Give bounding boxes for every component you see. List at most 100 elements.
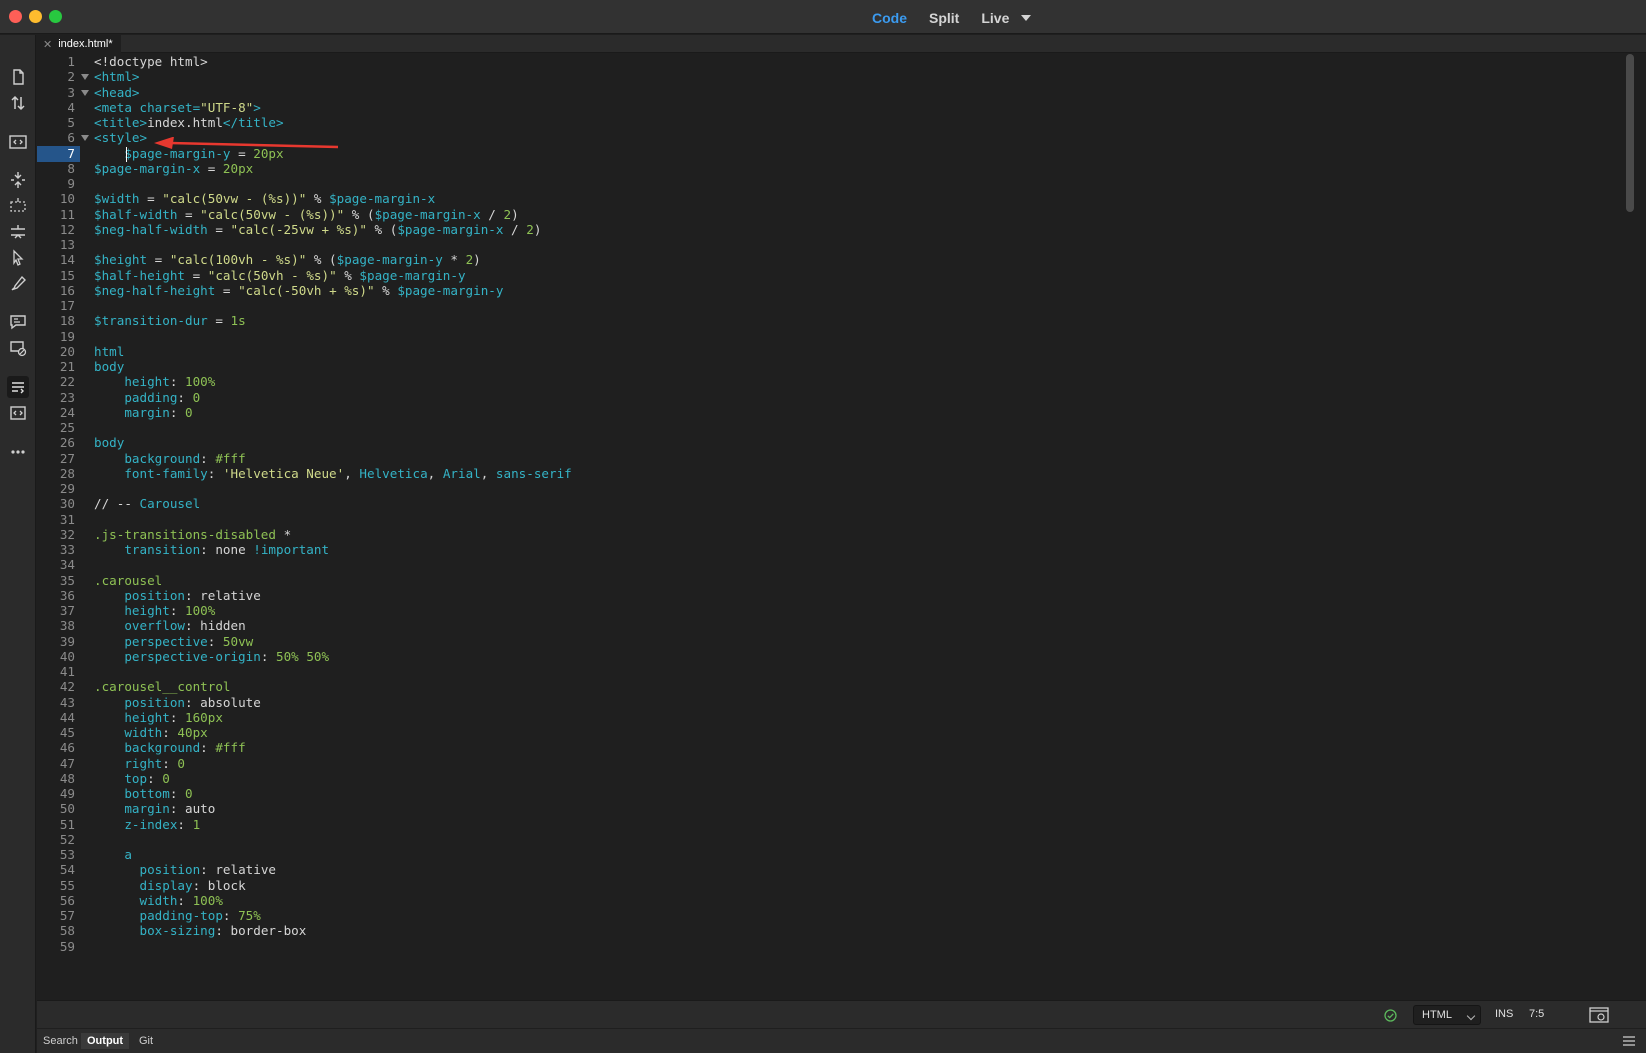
- code-token: padding-top: [94, 908, 223, 923]
- file-transfer-icon[interactable]: [7, 92, 29, 114]
- code-text: $neg-half-width = "calc(-25vw + %s)" % (…: [94, 222, 541, 238]
- split-view-button[interactable]: Split: [929, 10, 959, 26]
- code-line[interactable]: 10 $width = "calc(50vw - (%s))" % $page-m…: [37, 191, 1623, 207]
- window-maximize-button[interactable]: [49, 10, 62, 23]
- pointer-icon[interactable]: [7, 247, 29, 269]
- code-line[interactable]: 17: [37, 298, 1623, 314]
- code-line[interactable]: 57 padding-top: 75%: [37, 908, 1623, 924]
- code-line[interactable]: 58 box-sizing: border-box: [37, 923, 1623, 939]
- code-line[interactable]: 44 height: 160px: [37, 710, 1623, 726]
- code-line[interactable]: 55 display: block: [37, 878, 1623, 894]
- vertical-scrollbar[interactable]: [1623, 54, 1637, 996]
- fold-toggle-icon[interactable]: [81, 74, 89, 81]
- code-line[interactable]: 18 $transition-dur = 1s: [37, 313, 1623, 329]
- code-line[interactable]: 16 $neg-half-height = "calc(-50vh + %s)" …: [37, 283, 1623, 299]
- code-line[interactable]: 31: [37, 512, 1623, 528]
- bottom-panel-tabs: Search Output Git: [37, 1029, 1646, 1053]
- code-line[interactable]: 9: [37, 176, 1623, 192]
- live-view-button[interactable]: Live: [981, 10, 1032, 26]
- code-editor[interactable]: 1 <!doctype html> 2 <html> 3 <head> 4 <meta cha…: [37, 54, 1623, 996]
- tab-search[interactable]: Search: [37, 1033, 84, 1049]
- code-token: <title>: [94, 115, 148, 130]
- code-line[interactable]: 34: [37, 557, 1623, 573]
- code-line[interactable]: 51 z-index: 1: [37, 817, 1623, 833]
- tab-output[interactable]: Output: [81, 1033, 130, 1049]
- scrollbar-thumb[interactable]: [1626, 54, 1634, 212]
- code-line[interactable]: 24 margin: 0: [37, 405, 1623, 421]
- code-line[interactable]: 32 .js-transitions-disabled *: [37, 527, 1623, 543]
- code-line[interactable]: 42 .carousel__control: [37, 679, 1623, 695]
- code-line[interactable]: 2 <html>: [37, 69, 1623, 85]
- code-line[interactable]: 28 font-family: 'Helvetica Neue', Helvet…: [37, 466, 1623, 482]
- code-line[interactable]: 20 html: [37, 344, 1623, 360]
- format-source-icon[interactable]: [7, 402, 29, 424]
- select-region-icon[interactable]: [7, 195, 29, 217]
- code-line[interactable]: 11 $half-width = "calc(50vw - (%s))" % ($…: [37, 207, 1623, 223]
- code-line[interactable]: 36 position: relative: [37, 588, 1623, 604]
- code-token: // --: [94, 496, 140, 512]
- code-line[interactable]: 3 <head>: [37, 85, 1623, 101]
- file-icon[interactable]: [7, 66, 29, 88]
- code-line[interactable]: 6 <style>: [37, 130, 1623, 146]
- more-icon[interactable]: [7, 441, 29, 463]
- move-icon[interactable]: [7, 221, 29, 243]
- code-line[interactable]: 30 // -- Carousel: [37, 496, 1623, 512]
- code-line[interactable]: 56 width: 100%: [37, 893, 1623, 909]
- code-line[interactable]: 7 $page-margin-y = 20px: [37, 145, 1623, 162]
- code-line[interactable]: 50 margin: auto: [37, 801, 1623, 817]
- code-line[interactable]: 39 perspective: 50vw: [37, 634, 1623, 650]
- code-line[interactable]: 52: [37, 832, 1623, 848]
- comment-icon[interactable]: [7, 311, 29, 333]
- code-line[interactable]: 27 background: #fff: [37, 451, 1623, 467]
- code-line[interactable]: 37 height: 100%: [37, 603, 1623, 619]
- code-line[interactable]: 41: [37, 664, 1623, 680]
- insert-mode-indicator[interactable]: INS: [1495, 1008, 1513, 1020]
- code-token: =: [230, 145, 254, 161]
- code-line[interactable]: 33 transition: none !important: [37, 542, 1623, 558]
- code-line[interactable]: 49 bottom: 0: [37, 786, 1623, 802]
- code-line[interactable]: 23 padding: 0: [37, 390, 1623, 406]
- code-line[interactable]: 12 $neg-half-width = "calc(-25vw + %s)" %…: [37, 222, 1623, 238]
- code-line[interactable]: 8 $page-margin-x = 20px: [37, 161, 1623, 177]
- code-line[interactable]: 13: [37, 237, 1623, 253]
- code-token: 0: [185, 786, 193, 801]
- wrap-tag-icon[interactable]: [7, 376, 29, 398]
- preview-icon[interactable]: [1589, 1006, 1609, 1024]
- code-line[interactable]: 59: [37, 939, 1623, 955]
- code-line[interactable]: 40 perspective-origin: 50% 50%: [37, 649, 1623, 665]
- code-line[interactable]: 1 <!doctype html>: [37, 54, 1623, 70]
- code-line[interactable]: 38 overflow: hidden: [37, 618, 1623, 634]
- code-line[interactable]: 46 background: #fff: [37, 740, 1623, 756]
- code-line[interactable]: 48 top: 0: [37, 771, 1623, 787]
- code-line[interactable]: 19: [37, 329, 1623, 345]
- code-line[interactable]: 47 right: 0: [37, 756, 1623, 772]
- window-minimize-button[interactable]: [29, 10, 42, 23]
- tab-git[interactable]: Git: [133, 1033, 159, 1049]
- code-line[interactable]: 22 height: 100%: [37, 374, 1623, 390]
- code-line[interactable]: 4 <meta charset="UTF-8">: [37, 100, 1623, 116]
- eyedropper-icon[interactable]: [7, 273, 29, 295]
- document-tab[interactable]: ✕ index.html*: [37, 35, 121, 53]
- language-select[interactable]: HTML: [1413, 1005, 1481, 1025]
- code-navigator-icon[interactable]: [7, 131, 29, 153]
- code-line[interactable]: 5 <title>index.html</title>: [37, 115, 1623, 131]
- remove-comment-icon[interactable]: [7, 337, 29, 359]
- code-view-button[interactable]: Code: [872, 10, 907, 26]
- code-line[interactable]: 14 $height = "calc(100vh - %s)" % ($page-…: [37, 252, 1623, 268]
- window-close-button[interactable]: [9, 10, 22, 23]
- code-line[interactable]: 53 a: [37, 847, 1623, 863]
- code-line[interactable]: 26 body: [37, 435, 1623, 451]
- fold-toggle-icon[interactable]: [81, 89, 89, 96]
- expand-icon[interactable]: [7, 169, 29, 191]
- code-line[interactable]: 54 position: relative: [37, 862, 1623, 878]
- code-line[interactable]: 21 body: [37, 359, 1623, 375]
- code-line[interactable]: 45 width: 40px: [37, 725, 1623, 741]
- code-line[interactable]: 43 position: absolute: [37, 695, 1623, 711]
- fold-toggle-icon[interactable]: [81, 135, 89, 142]
- close-icon[interactable]: ✕: [43, 38, 52, 51]
- code-line[interactable]: 15 $half-height = "calc(50vh - %s)" % $pa…: [37, 268, 1623, 284]
- code-line[interactable]: 25: [37, 420, 1623, 436]
- code-line[interactable]: 35 .carousel: [37, 573, 1623, 589]
- code-line[interactable]: 29: [37, 481, 1623, 497]
- panel-menu-icon[interactable]: [1623, 1036, 1635, 1046]
